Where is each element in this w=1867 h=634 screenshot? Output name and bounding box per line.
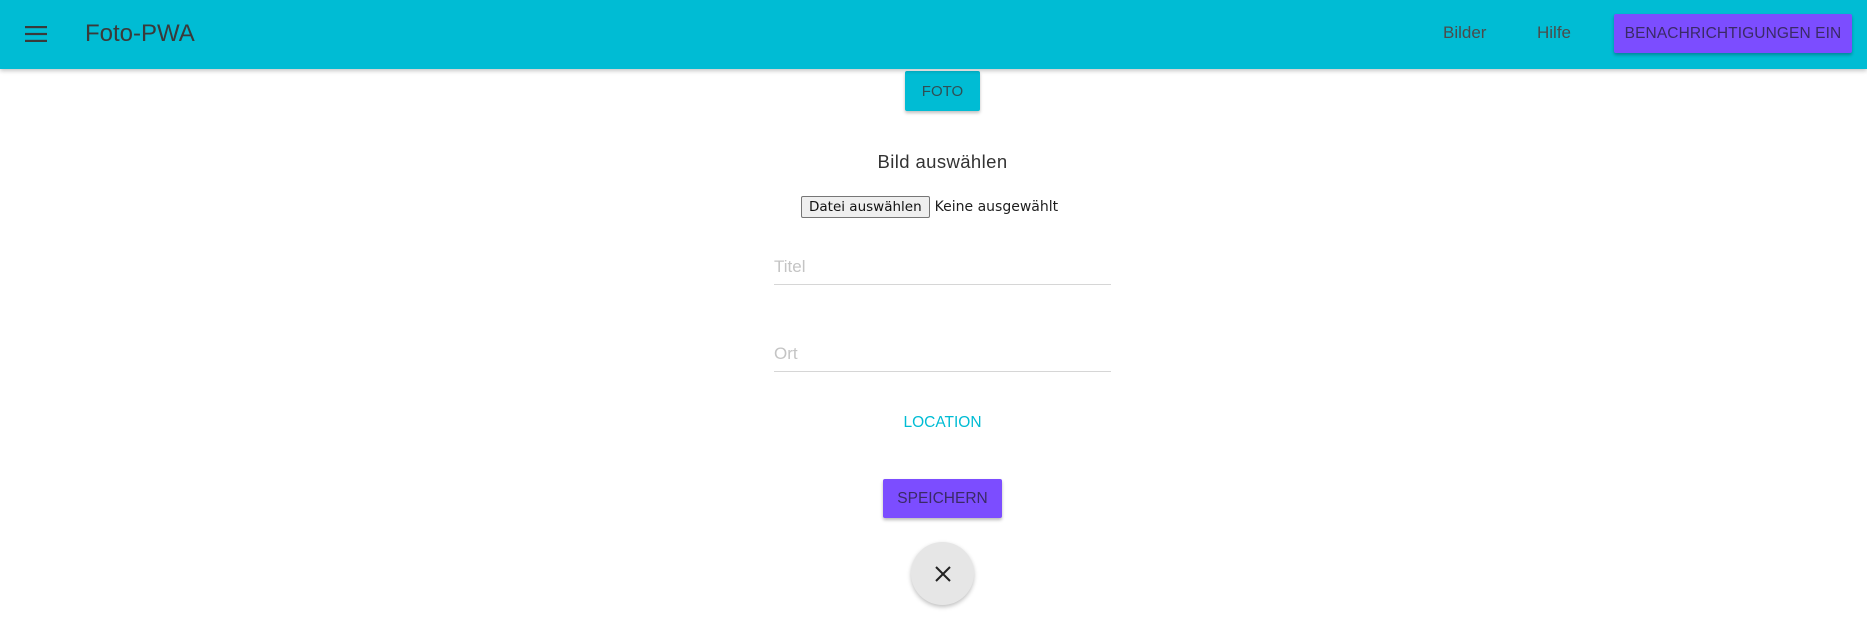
close-icon bbox=[934, 565, 951, 582]
nav-link-hilfe[interactable]: Hilfe bbox=[1537, 22, 1571, 44]
location-field bbox=[774, 339, 1111, 372]
nav-link-bilder[interactable]: Bilder bbox=[1443, 22, 1486, 44]
file-picker: Datei auswählen Keine ausgewählt bbox=[801, 196, 1058, 218]
title-input[interactable] bbox=[774, 252, 1111, 282]
choose-file-button[interactable]: Datei auswählen bbox=[801, 196, 930, 218]
location-input[interactable] bbox=[774, 339, 1111, 369]
get-location-button[interactable]: LOCATION bbox=[895, 412, 990, 434]
file-status-text: Keine ausgewählt bbox=[934, 199, 1059, 215]
close-button[interactable] bbox=[911, 542, 974, 605]
menu-button[interactable] bbox=[20, 18, 52, 50]
image-select-heading: Bild auswählen bbox=[877, 151, 1008, 172]
title-field bbox=[774, 252, 1111, 285]
notifications-on-button[interactable]: BENACHRICHTIGUNGEN EIN bbox=[1614, 14, 1852, 53]
app-bar: Foto-PWA Bilder Hilfe BENACHRICHTIGUNGEN… bbox=[0, 0, 1867, 69]
save-button[interactable]: SPEICHERN bbox=[883, 479, 1002, 518]
hamburger-menu-icon bbox=[25, 26, 47, 42]
app-title: Foto-PWA bbox=[85, 20, 195, 47]
foto-button[interactable]: FOTO bbox=[905, 71, 980, 111]
